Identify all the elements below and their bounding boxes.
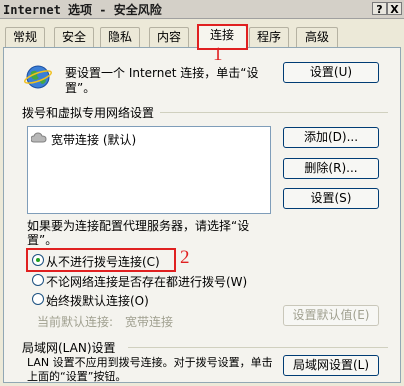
lan-text: LAN 设置不应用到拨号连接。对于拨号设置，单击上面的“设置”按钮。 (27, 356, 273, 383)
remove-button[interactable]: 删除(R)... (283, 158, 379, 179)
connections-panel (3, 47, 401, 383)
help-button[interactable]: ? (372, 2, 387, 16)
radio-dial-when-no-network[interactable] (32, 274, 44, 286)
radio-always-dial[interactable] (32, 293, 44, 305)
tab-privacy[interactable]: 隐私 (100, 27, 140, 47)
connection-icon (30, 132, 47, 147)
tab-general[interactable]: 常规 (5, 27, 45, 47)
tab-advanced[interactable]: 高级 (296, 27, 338, 47)
default-connection-label: 当前默认连接: (37, 315, 114, 329)
window-title: Internet 选项 - 安全风险 (3, 3, 162, 17)
set-default-button[interactable]: 设置默认值(E) (283, 305, 379, 326)
add-button[interactable]: 添加(D)... (283, 127, 379, 148)
annotation-box-radio (26, 248, 176, 272)
settings-button[interactable]: 设置(S) (283, 188, 379, 209)
radio-dial-when-no-network-label[interactable]: 不论网络连接是否存在都进行拨号(W) (46, 273, 247, 290)
lan-heading: 局域网(LAN)设置 (22, 341, 116, 355)
tab-content[interactable]: 内容 (149, 27, 189, 47)
lan-divider (128, 347, 388, 348)
annotation-number-2: 2 (180, 247, 190, 268)
connection-list[interactable]: 宽带连接 (默认) (27, 126, 271, 214)
close-button[interactable]: X (387, 2, 402, 16)
default-connection-value: 宽带连接 (125, 315, 174, 329)
tab-programs[interactable]: 程序 (249, 27, 289, 47)
dialup-divider (160, 112, 388, 113)
lan-settings-button[interactable]: 局域网设置(L) (283, 355, 379, 376)
setup-text: 要设置一个 Internet 连接，单击“设置”。 (65, 66, 259, 95)
list-item[interactable]: 宽带连接 (默认) (30, 130, 261, 147)
globe-icon (24, 64, 54, 90)
annotation-number-1: 1 (213, 44, 223, 65)
proxy-note: 如果要为连接配置代理服务器，请选择“设置”。 (27, 219, 250, 247)
tab-security[interactable]: 安全 (54, 27, 94, 47)
annotation-box-tab (197, 24, 248, 50)
dialup-heading: 拨号和虚拟专用网络设置 (22, 106, 155, 120)
setup-button[interactable]: 设置(U) (283, 62, 379, 83)
connection-name: 宽带连接 (默认) (51, 133, 137, 147)
radio-always-dial-label[interactable]: 始终拨默认连接(O) (46, 292, 149, 309)
